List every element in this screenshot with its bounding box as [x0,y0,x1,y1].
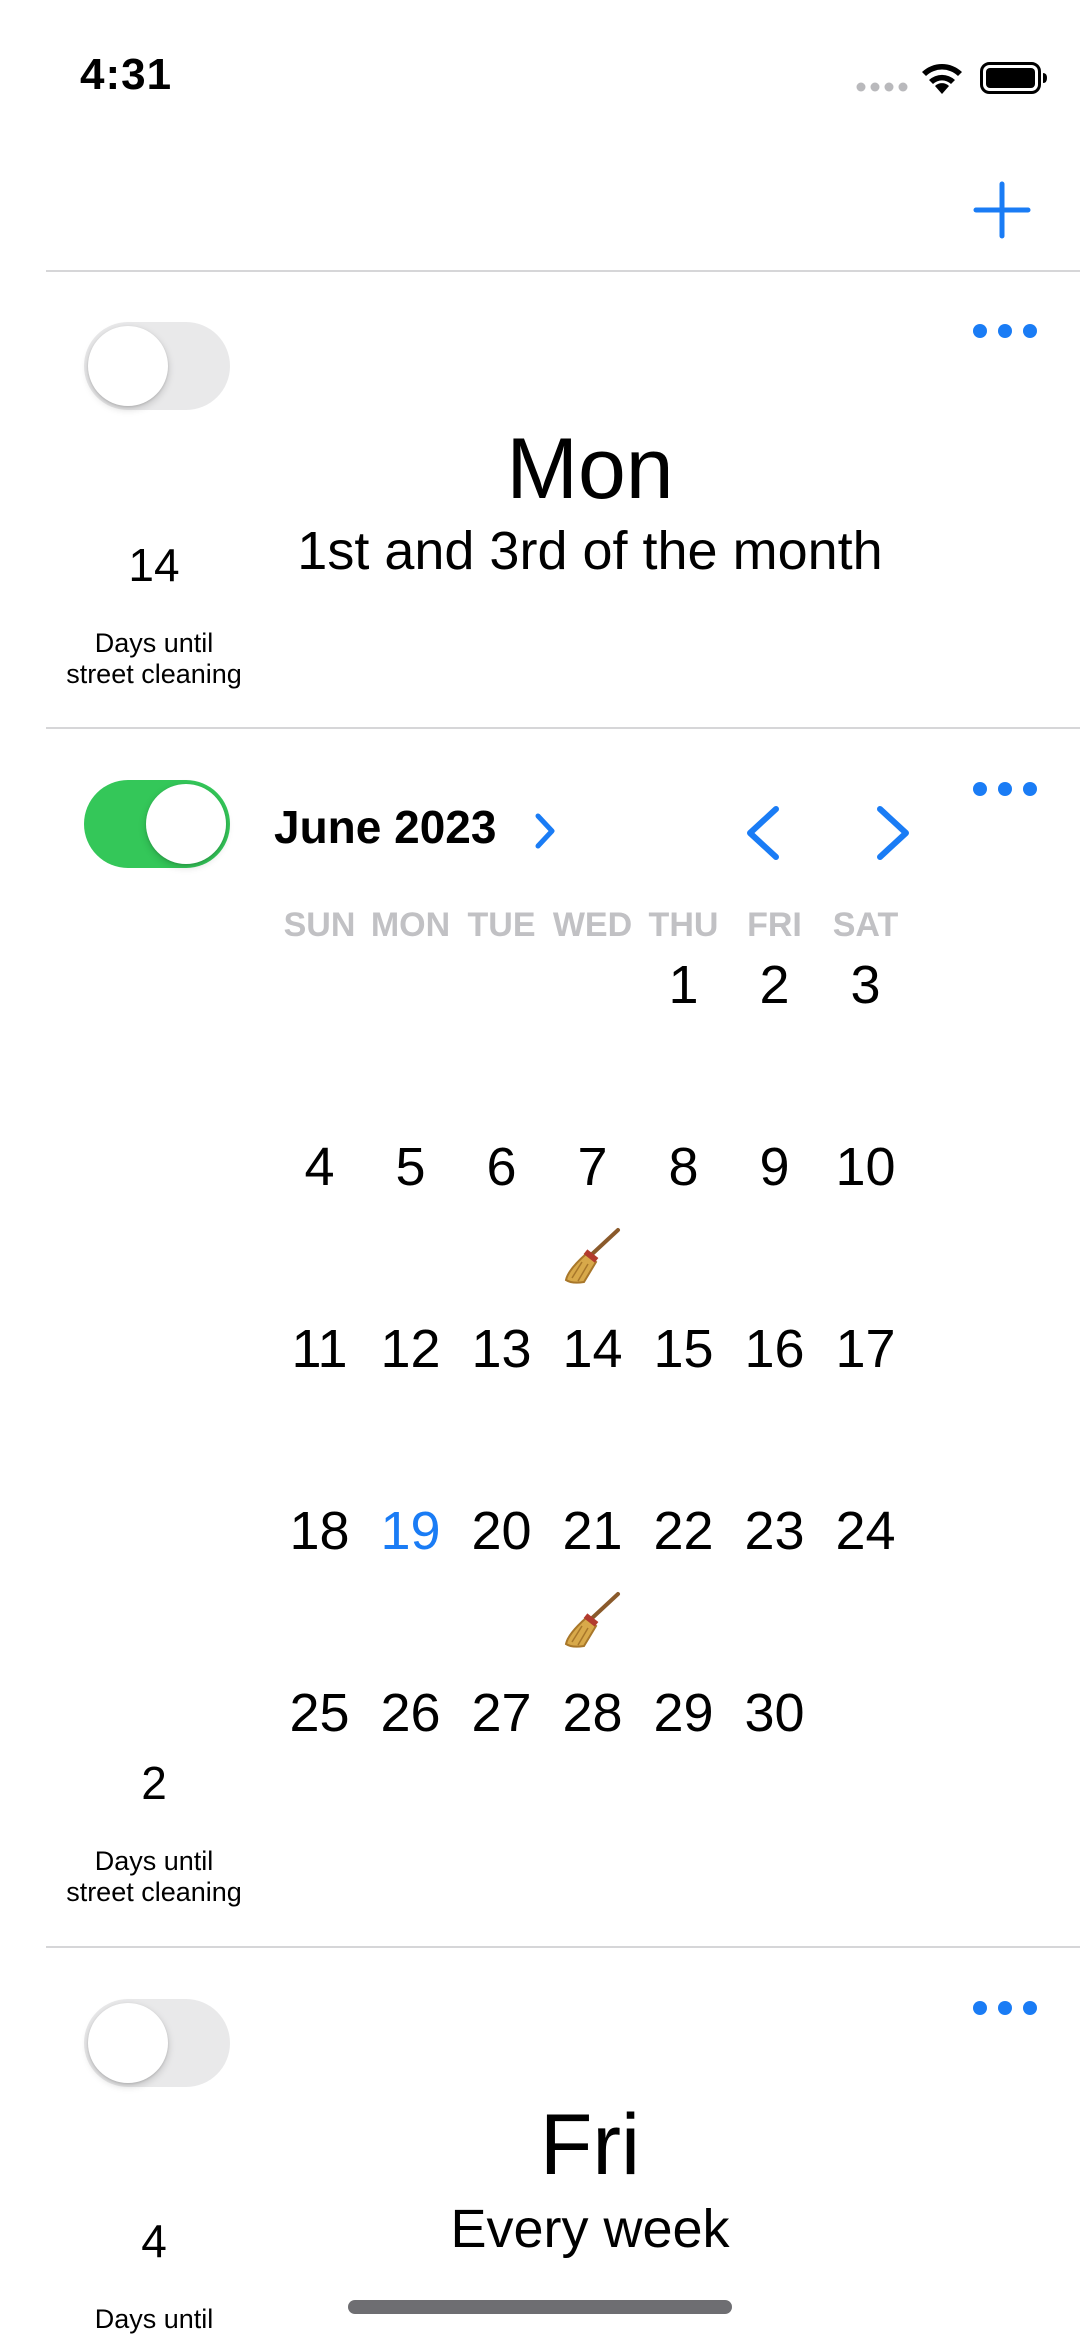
calendar-day[interactable]: 23 [729,1496,820,1566]
calendar-day[interactable]: 20 [456,1496,547,1566]
weekday-sat: SAT [832,906,899,944]
calendar-day[interactable]: 12 [365,1314,456,1384]
calendar-day-today[interactable]: 19 [365,1496,456,1566]
cleaning-frequency: Every week [450,2199,730,2259]
calendar-day[interactable]: 22 [638,1496,729,1566]
calendar-day[interactable]: 5 [365,1132,456,1202]
days-until-label-line2: street cleaning [66,659,242,689]
calendar-day[interactable]: 4 [274,1132,365,1202]
days-until-label: Days until [34,2304,274,2335]
cellular-signal-icon [856,82,908,92]
status-bar: 4:31 [0,0,1080,140]
more-options-button[interactable] [972,319,1038,343]
month-title[interactable]: June 2023 [274,800,496,854]
weekday-fri: FRI [747,906,802,944]
calendar-day[interactable]: 2 [729,950,820,1020]
divider [46,270,1080,272]
plus-icon [973,181,1031,239]
days-until-label-line1: Days until [94,1846,214,1876]
calendar-day[interactable]: 24 [820,1496,911,1566]
calendar-day[interactable]: 10 [820,1132,911,1202]
calendar-day[interactable]: 9 [729,1132,820,1202]
toggle-knob [88,326,168,406]
chevron-left-icon [747,806,779,860]
next-month-button[interactable] [874,804,914,862]
previous-month-button[interactable] [742,804,782,862]
calendar-grid: 1 2 3 4 5 6 7 8 9 10 11 12 13 14 15 16 17 18 19 20 21 22 23 24 2… [274,950,914,1810]
ellipsis-icon [973,2001,1037,2015]
more-options-button[interactable] [972,1996,1038,2020]
calendar-day[interactable]: 15 [638,1314,729,1384]
calendar-day[interactable]: 29 [638,1678,729,1748]
calendar-day[interactable]: 18 [274,1496,365,1566]
toggle-knob [146,784,226,864]
days-until-label: Days until street cleaning [34,628,274,690]
cleaning-day: Mon [506,421,674,517]
days-until-count: 2 [141,1757,167,1809]
days-until-label-line1: Days until [94,2304,214,2334]
calendar-day[interactable]: 13 [456,1314,547,1384]
calendar-day[interactable]: 27 [456,1678,547,1748]
broom-icon [564,1228,620,1284]
cleaning-frequency: 1st and 3rd of the month [297,521,883,581]
calendar-day[interactable]: 1 [638,950,729,1020]
schedule-toggle[interactable] [84,322,230,410]
ellipsis-icon [973,782,1037,796]
wifi-icon [922,64,962,94]
add-schedule-button[interactable] [972,180,1032,240]
broom-icon [564,1592,620,1648]
days-until-label: Days until street cleaning [34,1846,274,1908]
calendar-day[interactable]: 7 [547,1132,638,1202]
calendar-day[interactable]: 25 [274,1678,365,1748]
home-indicator[interactable] [348,2300,732,2314]
days-until-count: 14 [128,539,180,591]
calendar-day[interactable]: 30 [729,1678,820,1748]
toggle-knob [88,2003,168,2083]
calendar-day[interactable]: 6 [456,1132,547,1202]
days-until-count: 4 [141,2215,167,2267]
calendar-day[interactable]: 26 [365,1678,456,1748]
weekday-thu: THU [648,906,719,944]
cleaning-day: Fri [539,2097,641,2193]
calendar-day[interactable]: 3 [820,950,911,1020]
weekday-wed: WED [552,906,633,944]
calendar-day[interactable]: 17 [820,1314,911,1384]
calendar-day[interactable]: 21 [547,1496,638,1566]
chevron-right-icon[interactable] [534,812,556,850]
schedule-toggle[interactable] [84,1999,230,2087]
ellipsis-icon [973,324,1037,338]
status-time: 4:31 [80,50,173,99]
divider [46,1946,1080,1948]
chevron-right-icon [877,806,909,860]
weekday-tue: TUE [467,906,536,944]
days-until-label-line2: street cleaning [66,1877,242,1907]
schedule-toggle[interactable] [84,780,230,868]
divider [46,727,1080,729]
calendar-day[interactable]: 14 [547,1314,638,1384]
weekday-mon: MON [370,906,451,944]
calendar-day[interactable]: 11 [274,1314,365,1384]
calendar-day[interactable]: 28 [547,1678,638,1748]
calendar-day[interactable]: 8 [638,1132,729,1202]
days-until-label-line1: Days until [94,628,214,658]
more-options-button[interactable] [972,777,1038,801]
weekday-sun: SUN [283,906,356,944]
battery-icon [980,62,1047,94]
calendar-day[interactable]: 16 [729,1314,820,1384]
